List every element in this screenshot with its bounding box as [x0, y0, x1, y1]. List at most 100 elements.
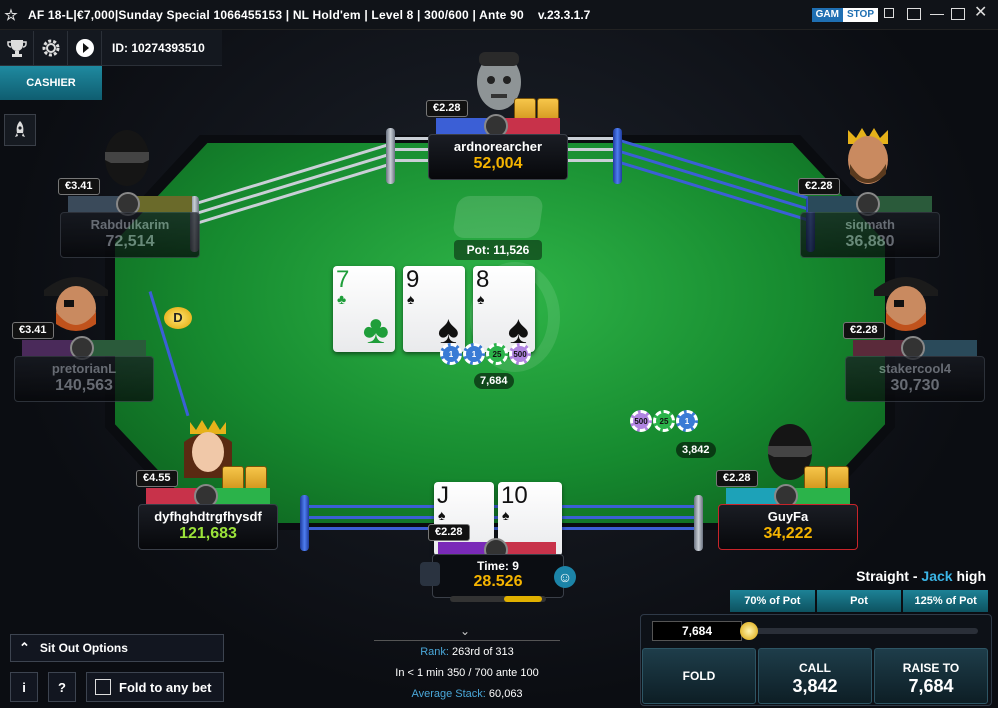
player-stack: 36,880 — [845, 233, 895, 250]
bet-slider[interactable] — [744, 628, 978, 634]
corner-post — [613, 128, 622, 184]
cashier-button[interactable]: CASHIER — [0, 66, 102, 100]
seat-plate: pretorianL 140,563 — [14, 356, 154, 402]
preset-70-button[interactable]: 70% of Pot — [730, 590, 815, 612]
player-name: GuyFa — [767, 509, 809, 524]
seat-bet: €3.41 — [12, 322, 54, 339]
hand-strength: Straight - Jack high — [856, 568, 986, 584]
player-stack: 121,683 — [179, 525, 237, 542]
player-name: siqmath — [845, 217, 895, 232]
player-name: dyfhghdtrgfhysdf — [154, 509, 262, 524]
bet-amount-input[interactable]: 7,684 — [652, 621, 742, 641]
seat-bet: €2.28 — [843, 322, 885, 339]
chip: 500 — [509, 343, 531, 365]
bet-chip-stack: 500 25 1 — [630, 410, 698, 432]
bet-slider-knob[interactable] — [740, 622, 758, 640]
seat-rabdulkarim[interactable]: €3.41 Rabdulkarim 72,514 — [58, 178, 200, 258]
pot-chip-stack: 1 1 25 500 — [440, 343, 531, 365]
board-card: 7 ♣ ♣ — [333, 266, 395, 352]
seat-plate: ardnorearcher 52,004 — [428, 134, 568, 180]
seat-siqmath[interactable]: €2.28 siqmath 36,880 — [798, 178, 940, 258]
player-stack: 140,563 — [55, 377, 113, 394]
trophy-icon[interactable] — [0, 30, 34, 65]
chip: 1 — [676, 410, 698, 432]
seat-bet: €2.28 — [426, 100, 468, 117]
close-icon[interactable]: ✕ — [974, 5, 988, 21]
seat-bet: €2.28 — [716, 470, 758, 487]
emoji-icon[interactable]: ☺ — [554, 566, 576, 588]
rocket-icon[interactable] — [4, 114, 36, 146]
pot-chip-amount: 7,684 — [474, 373, 514, 389]
top-toolbar: ID: 10274393510 — [0, 30, 222, 66]
corner-post — [300, 495, 309, 551]
seat-stakercool4[interactable]: €2.28 stakercool4 30,730 — [843, 322, 985, 402]
raise-button[interactable]: RAISE TO 7,684 — [874, 648, 988, 704]
tournament-stats: Rank: 263rd of 313 In < 1 min 350 / 700 … — [395, 646, 539, 700]
preset-pot-button[interactable]: Pot — [816, 590, 902, 612]
maximize-icon[interactable] — [951, 8, 965, 20]
player-stack: 72,514 — [105, 233, 155, 250]
seat-bet: €4.55 — [136, 470, 178, 487]
tile-icon[interactable] — [907, 8, 921, 20]
checkbox-icon — [95, 679, 111, 695]
player-stack: 52,004 — [473, 155, 523, 172]
player-stack: 34,222 — [763, 525, 813, 542]
player-name: ardnorearcher — [453, 139, 543, 154]
chevron-down-icon[interactable]: ⌄ — [460, 624, 470, 638]
gamstop-logo[interactable]: GAM STOP — [811, 8, 878, 22]
chip: 1 — [440, 343, 462, 365]
table-logo — [452, 196, 544, 238]
hero-plate: Time: 9 28.526 — [432, 554, 564, 598]
seat-ardnorearcher[interactable]: €2.28 ardnorearcher 52,004 — [426, 100, 568, 180]
bet-presets: 70% of Pot Pot 125% of Pot — [730, 590, 989, 612]
board-card: 9 ♠ ♠ — [403, 266, 465, 352]
player-id: ID: 10274393510 — [112, 40, 205, 55]
board-card: 8 ♠ ♠ — [473, 266, 535, 352]
seat-pretorianl[interactable]: €3.41 pretorianL 140,563 — [12, 322, 154, 402]
bet-chip-amount: 3,842 — [676, 442, 716, 458]
chip: 1 — [463, 343, 485, 365]
hero-bet-area: €2.28 — [428, 524, 564, 562]
divider — [374, 640, 560, 641]
seat-bet: €2.28 — [798, 178, 840, 195]
seat-plate: stakercool4 30,730 — [845, 356, 985, 402]
call-button[interactable]: CALL 3,842 — [758, 648, 872, 704]
gear-icon[interactable] — [34, 30, 68, 65]
play-icon[interactable] — [68, 30, 102, 65]
player-name: stakercool4 — [878, 361, 952, 376]
seat-guyfa[interactable]: €2.28 GuyFa 34,222 — [716, 470, 858, 550]
chip: 500 — [630, 410, 652, 432]
star-icon[interactable]: ☆ — [0, 6, 22, 24]
seat-plate: siqmath 36,880 — [800, 212, 940, 258]
corner-post — [694, 495, 703, 551]
corner-post — [386, 128, 395, 184]
chip: 25 — [653, 410, 675, 432]
help-button[interactable]: ? — [48, 672, 76, 702]
info-button[interactable]: i — [10, 672, 38, 702]
fold-button[interactable]: FOLD — [642, 648, 756, 704]
hero-stack: 28.526 — [473, 573, 523, 590]
minimize-icon[interactable] — [930, 14, 944, 15]
seat-plate: Rabdulkarim 72,514 — [60, 212, 200, 258]
time-bar — [450, 596, 546, 602]
player-stack: 30,730 — [890, 377, 940, 394]
shield-icon[interactable] — [420, 562, 440, 586]
dealer-button: D — [164, 307, 192, 329]
seat-dyfhghdtrgfhysdf[interactable]: €4.55 dyfhghdtrgfhysdf 121,683 — [136, 470, 278, 550]
window-title: AF 18-L|€7,000|Sunday Special 1066455153… — [28, 7, 524, 22]
restore-icon[interactable] — [884, 8, 894, 18]
seat-plate: GuyFa 34,222 — [718, 504, 858, 550]
version-label: v.23.3.1.7 — [537, 7, 591, 22]
sit-out-options-button[interactable]: ⌃ Sit Out Options — [10, 634, 224, 662]
hero-timer: Time: 9 — [477, 559, 519, 573]
hero-bet: €2.28 — [428, 524, 470, 541]
seat-plate: dyfhghdtrgfhysdf 121,683 — [138, 504, 278, 550]
player-name: Rabdulkarim — [90, 217, 170, 232]
chip: 25 — [486, 343, 508, 365]
pot-label: Pot: 11,526 — [454, 240, 542, 260]
player-name: pretorianL — [51, 361, 117, 376]
preset-125-button[interactable]: 125% of Pot — [903, 590, 989, 612]
double-chevron-up-icon: ⌃ — [19, 640, 30, 655]
seat-bet: €3.41 — [58, 178, 100, 195]
fold-to-any-bet-checkbox[interactable]: Fold to any bet — [86, 672, 224, 702]
